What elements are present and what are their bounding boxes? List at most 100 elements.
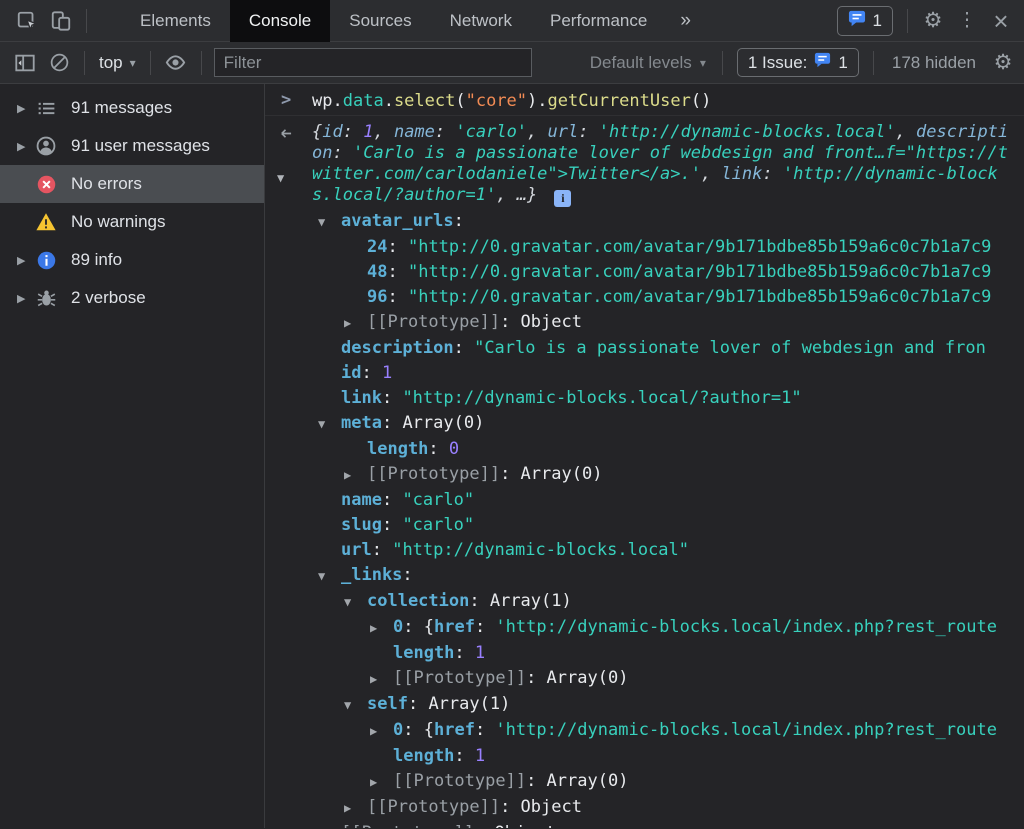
- text-run: slug: [341, 515, 382, 535]
- expand-triangle-icon[interactable]: ▶: [17, 254, 35, 267]
- text-run: Array(1): [490, 591, 572, 611]
- text-run: :: [403, 617, 423, 637]
- tree-row: id: 1: [265, 361, 1024, 386]
- expand-triangle-icon[interactable]: ▶: [344, 463, 367, 488]
- expand-triangle-icon[interactable]: ▼: [318, 412, 341, 437]
- kebab-menu-icon[interactable]: ⋮: [950, 4, 984, 38]
- more-tabs-button[interactable]: »: [666, 1, 705, 41]
- expand-triangle-icon[interactable]: ▶: [17, 140, 35, 153]
- text-run: id: [322, 122, 342, 142]
- result-expander-icon[interactable]: ▼: [277, 168, 284, 189]
- panel-tabs: ElementsConsoleSourcesNetworkPerformance: [121, 0, 666, 42]
- sidebar-item-errors[interactable]: No errors: [0, 165, 264, 203]
- text-run: data: [343, 91, 384, 111]
- expand-triangle-icon[interactable]: ▶: [318, 822, 341, 828]
- expand-triangle-icon[interactable]: ▶: [370, 667, 393, 692]
- tab-console[interactable]: Console: [230, 0, 330, 42]
- sidebar-item-messages[interactable]: ▶91 messages: [0, 89, 264, 127]
- chat-bubble-icon: [848, 10, 866, 32]
- text-run: length: [393, 643, 454, 663]
- inspect-element-glyph: [16, 10, 38, 32]
- tree-row: url: "http://dynamic-blocks.local": [265, 538, 1024, 563]
- text-run: [[Prototype]]: [393, 771, 526, 791]
- text-run: …}: [517, 185, 537, 205]
- clear-console-icon[interactable]: [42, 46, 76, 80]
- console-command-entry: > wp.data.select("core").getCurrentUser(…: [265, 84, 1024, 116]
- console-settings-gear-icon[interactable]: ⚙: [986, 46, 1020, 80]
- sidebar-item-warnings[interactable]: No warnings: [0, 203, 264, 241]
- tree-row: length: 0: [265, 437, 1024, 462]
- log-levels-dropdown[interactable]: Default levels ▾: [582, 53, 714, 73]
- prompt-chevron-icon: >: [281, 90, 291, 110]
- sidebar-item-verbose[interactable]: ▶ 2 verbose: [0, 279, 264, 317]
- toolbar-separator: [201, 51, 202, 75]
- text-run: Array(0): [547, 668, 629, 688]
- text-run: :: [372, 540, 392, 560]
- sidebar-item-label: No warnings: [71, 212, 166, 232]
- messages-badge[interactable]: 1: [837, 6, 893, 36]
- text-run: [[Prototype]]: [341, 823, 474, 828]
- live-expression-eye-icon[interactable]: [159, 46, 193, 80]
- text-run: Array(1): [428, 694, 510, 714]
- text-run: 1: [475, 746, 485, 766]
- settings-gear-icon[interactable]: ⚙: [916, 4, 950, 38]
- expand-triangle-icon[interactable]: ▶: [370, 770, 393, 795]
- text-run: 24: [367, 237, 387, 257]
- sidebar-item-label: 2 verbose: [71, 288, 146, 308]
- warning-icon: [35, 211, 57, 233]
- tab-sources[interactable]: Sources: [330, 0, 430, 42]
- text-run: "http://dynamic-blocks.local/?author=1": [402, 388, 801, 408]
- text-run: :: [382, 490, 402, 510]
- text-run: :: [454, 211, 464, 231]
- text-run: "http://0.gravatar.com/avatar/9b171bdbe8…: [408, 287, 991, 307]
- expand-triangle-icon[interactable]: ▶: [17, 292, 35, 305]
- tab-performance[interactable]: Performance: [531, 0, 666, 42]
- toolbar-separator: [86, 9, 87, 33]
- text-run: :: [387, 287, 407, 307]
- text-run: avatar_urls: [341, 211, 454, 231]
- device-toolbar-icon[interactable]: [44, 4, 78, 38]
- text-run: Object: [521, 312, 582, 332]
- text-run: :: [454, 643, 474, 663]
- text-run: Object: [495, 823, 556, 828]
- text-run: "http://0.gravatar.com/avatar/9b171bdbe8…: [408, 237, 991, 257]
- text-run: :: [402, 565, 412, 585]
- text-run: Array(0): [521, 464, 603, 484]
- chevron-down-icon: ▾: [700, 56, 706, 70]
- text-run: href: [434, 720, 475, 740]
- expand-triangle-icon[interactable]: ▼: [318, 210, 341, 235]
- returned-value-arrow-icon: [278, 125, 293, 146]
- expand-triangle-icon[interactable]: ▶: [17, 102, 35, 115]
- sidebar-item-user-messages[interactable]: ▶91 user messages: [0, 127, 264, 165]
- inspect-element-icon[interactable]: [10, 4, 44, 38]
- text-run: [[Prototype]]: [367, 797, 500, 817]
- text-run: 1: [363, 122, 373, 142]
- issues-counter[interactable]: 1 Issue: 1: [737, 48, 859, 77]
- console-sidebar-toggle-icon[interactable]: [8, 46, 42, 80]
- text-run: :: [382, 515, 402, 535]
- console-result-entry: ▼ {id: 1, name: 'carlo', url: 'http://dy…: [265, 116, 1024, 209]
- text-run: :: [526, 771, 546, 791]
- context-selector[interactable]: top ▾: [93, 53, 142, 73]
- close-devtools-icon[interactable]: ×: [984, 4, 1018, 38]
- text-run: [[Prototype]]: [393, 668, 526, 688]
- text-run: 1: [475, 643, 485, 663]
- text-run: name: [341, 490, 382, 510]
- text-run: :: [408, 694, 428, 714]
- filter-input[interactable]: [214, 48, 532, 77]
- expand-triangle-icon[interactable]: ▼: [344, 590, 367, 615]
- sidebar-item-info[interactable]: ▶ 89 info: [0, 241, 264, 279]
- text-run: :: [474, 823, 494, 828]
- expand-triangle-icon[interactable]: ▼: [318, 564, 341, 589]
- expand-triangle-icon[interactable]: ▶: [370, 616, 393, 641]
- expand-triangle-icon[interactable]: ▶: [370, 719, 393, 744]
- tab-elements[interactable]: Elements: [121, 0, 230, 42]
- info-badge-icon[interactable]: i: [554, 190, 571, 207]
- expand-triangle-icon[interactable]: ▶: [344, 796, 367, 821]
- tab-network[interactable]: Network: [431, 0, 531, 42]
- sidebar-item-label: 89 info: [71, 250, 122, 270]
- expand-triangle-icon[interactable]: ▼: [344, 693, 367, 718]
- issues-counter-count: 1: [838, 53, 847, 73]
- text-run: ): [527, 91, 537, 111]
- expand-triangle-icon[interactable]: ▶: [344, 311, 367, 336]
